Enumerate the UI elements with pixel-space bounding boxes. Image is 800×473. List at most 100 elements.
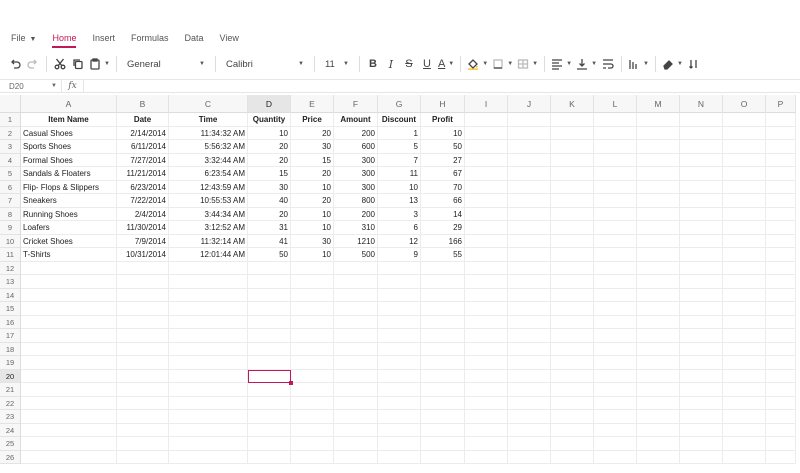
empty-cell[interactable]	[465, 288, 508, 302]
empty-cell[interactable]	[508, 261, 551, 275]
empty-cell[interactable]	[637, 153, 680, 167]
empty-cell[interactable]	[508, 207, 551, 221]
row-header[interactable]: 1	[0, 113, 21, 127]
empty-cell[interactable]	[508, 396, 551, 410]
empty-cell[interactable]	[21, 437, 117, 451]
empty-cell[interactable]	[723, 113, 766, 127]
empty-cell[interactable]	[594, 207, 637, 221]
tab-formulas[interactable]: Formulas	[123, 26, 177, 50]
empty-cell[interactable]	[594, 315, 637, 329]
empty-cell[interactable]	[421, 275, 465, 289]
empty-cell[interactable]	[766, 383, 796, 397]
empty-cell[interactable]	[594, 234, 637, 248]
empty-cell[interactable]	[117, 423, 169, 437]
table-cell[interactable]: 7/22/2014	[117, 194, 169, 208]
empty-cell[interactable]	[465, 423, 508, 437]
empty-cell[interactable]	[508, 275, 551, 289]
empty-cell[interactable]	[291, 383, 334, 397]
row-header[interactable]: 20	[0, 369, 21, 383]
empty-cell[interactable]	[465, 437, 508, 451]
table-cell[interactable]: 7	[378, 153, 421, 167]
empty-cell[interactable]	[508, 342, 551, 356]
empty-cell[interactable]	[465, 167, 508, 181]
empty-cell[interactable]	[637, 234, 680, 248]
empty-cell[interactable]	[169, 437, 248, 451]
empty-cell[interactable]	[378, 275, 421, 289]
conditional-format-button[interactable]: ▼	[626, 53, 651, 75]
empty-cell[interactable]	[723, 140, 766, 154]
empty-cell[interactable]	[637, 261, 680, 275]
empty-cell[interactable]	[508, 248, 551, 262]
empty-cell[interactable]	[508, 450, 551, 464]
undo-button[interactable]	[6, 53, 24, 75]
table-cell[interactable]: 10/31/2014	[117, 248, 169, 262]
empty-cell[interactable]	[723, 275, 766, 289]
empty-cell[interactable]	[334, 275, 378, 289]
empty-cell[interactable]	[551, 342, 594, 356]
empty-cell[interactable]	[117, 437, 169, 451]
tab-data[interactable]: Data	[177, 26, 212, 50]
table-cell[interactable]: 40	[248, 194, 291, 208]
empty-cell[interactable]	[766, 194, 796, 208]
empty-cell[interactable]	[637, 248, 680, 262]
table-cell[interactable]: 15	[291, 153, 334, 167]
empty-cell[interactable]	[508, 153, 551, 167]
empty-cell[interactable]	[378, 450, 421, 464]
empty-cell[interactable]	[680, 288, 723, 302]
empty-cell[interactable]	[334, 410, 378, 424]
empty-cell[interactable]	[465, 126, 508, 140]
empty-cell[interactable]	[766, 234, 796, 248]
column-header[interactable]: I	[465, 95, 508, 113]
empty-cell[interactable]	[508, 288, 551, 302]
empty-cell[interactable]	[551, 113, 594, 127]
empty-cell[interactable]	[723, 410, 766, 424]
empty-cell[interactable]	[291, 356, 334, 370]
redo-button[interactable]	[24, 53, 42, 75]
empty-cell[interactable]	[169, 396, 248, 410]
empty-cell[interactable]	[594, 153, 637, 167]
empty-cell[interactable]	[421, 261, 465, 275]
empty-cell[interactable]	[291, 302, 334, 316]
empty-cell[interactable]	[465, 396, 508, 410]
empty-cell[interactable]	[594, 369, 637, 383]
table-cell[interactable]: Cricket Shoes	[21, 234, 117, 248]
table-cell[interactable]: 66	[421, 194, 465, 208]
number-format-select[interactable]: General ▼	[121, 53, 211, 75]
column-header[interactable]: D	[248, 95, 291, 113]
empty-cell[interactable]	[117, 261, 169, 275]
row-header[interactable]: 21	[0, 383, 21, 397]
empty-cell[interactable]	[766, 261, 796, 275]
column-header[interactable]: E	[291, 95, 334, 113]
table-cell[interactable]: 310	[334, 221, 378, 235]
column-header[interactable]: O	[723, 95, 766, 113]
table-cell[interactable]: 11	[378, 167, 421, 181]
empty-cell[interactable]	[291, 288, 334, 302]
table-cell[interactable]: 3:44:34 AM	[169, 207, 248, 221]
empty-cell[interactable]	[594, 410, 637, 424]
table-cell[interactable]: 300	[334, 167, 378, 181]
table-cell[interactable]: 20	[248, 153, 291, 167]
column-header[interactable]: F	[334, 95, 378, 113]
empty-cell[interactable]	[21, 423, 117, 437]
table-cell[interactable]: 30	[291, 234, 334, 248]
row-header[interactable]: 22	[0, 396, 21, 410]
table-cell[interactable]: Flip- Flops & Slippers	[21, 180, 117, 194]
empty-cell[interactable]	[594, 342, 637, 356]
column-header[interactable]: H	[421, 95, 465, 113]
empty-cell[interactable]	[594, 383, 637, 397]
empty-cell[interactable]	[117, 288, 169, 302]
empty-cell[interactable]	[508, 113, 551, 127]
formula-input[interactable]	[84, 80, 800, 93]
empty-cell[interactable]	[723, 342, 766, 356]
empty-cell[interactable]	[21, 396, 117, 410]
table-cell[interactable]: 10	[421, 126, 465, 140]
empty-cell[interactable]	[508, 221, 551, 235]
empty-cell[interactable]	[378, 369, 421, 383]
column-header[interactable]: C	[169, 95, 248, 113]
empty-cell[interactable]	[723, 315, 766, 329]
empty-cell[interactable]	[680, 234, 723, 248]
empty-cell[interactable]	[594, 248, 637, 262]
empty-cell[interactable]	[334, 315, 378, 329]
empty-cell[interactable]	[508, 180, 551, 194]
empty-cell[interactable]	[594, 180, 637, 194]
